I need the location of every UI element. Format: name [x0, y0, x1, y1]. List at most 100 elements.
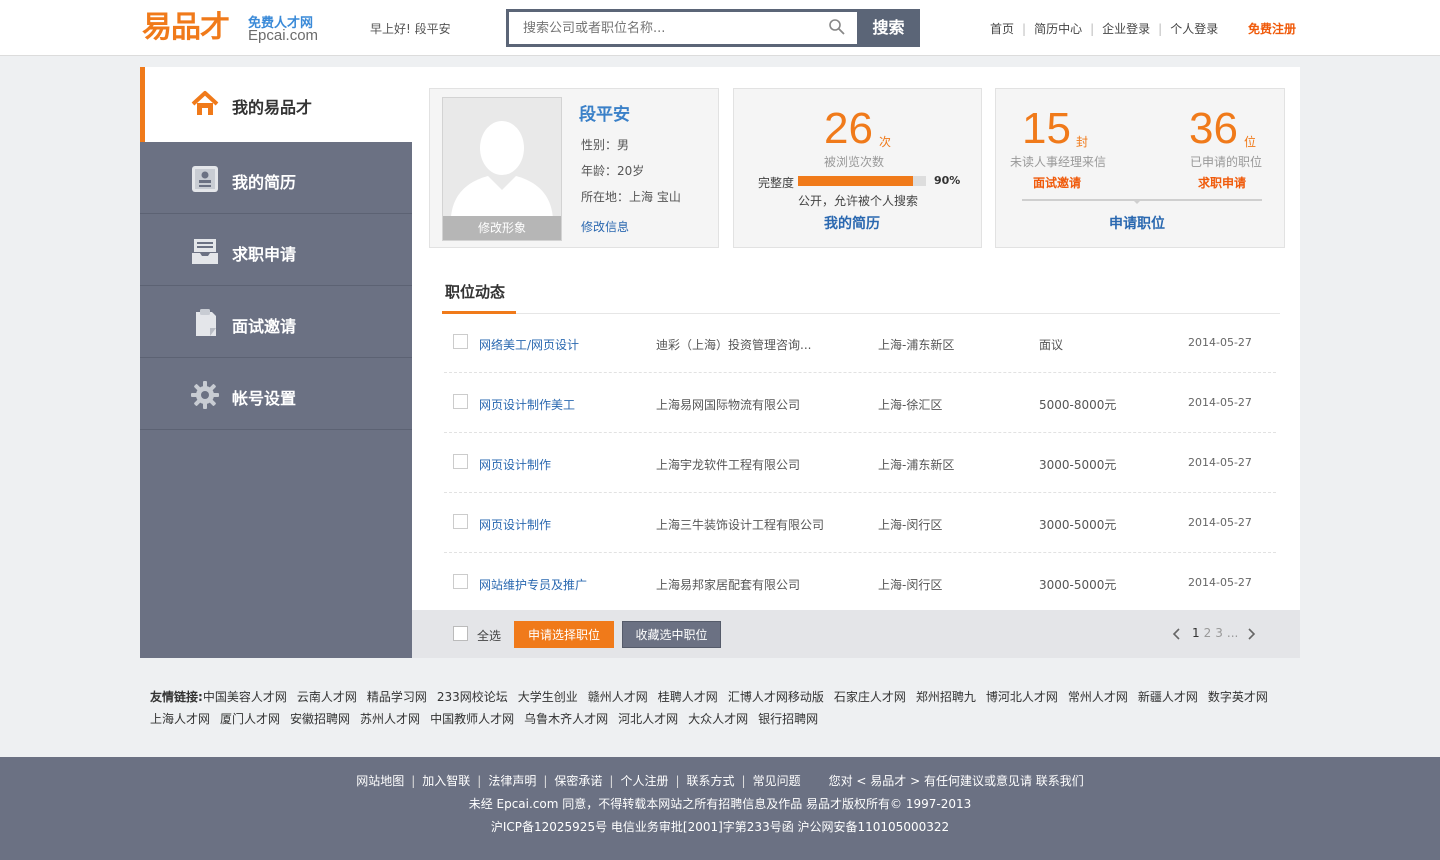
edit-info-link[interactable]: 修改信息: [581, 218, 629, 235]
apply-selected-button[interactable]: 申请选择职位: [514, 621, 614, 648]
page-2[interactable]: 2: [1204, 626, 1212, 640]
friend-link[interactable]: 中国教师人才网: [430, 712, 514, 726]
footer-separator: |: [741, 774, 746, 788]
job-title-link[interactable]: 网络美工/网页设计: [479, 336, 579, 353]
search-icon[interactable]: [828, 18, 846, 36]
unread-count: 15: [1022, 104, 1071, 153]
applied-unit: 位: [1244, 135, 1257, 149]
resume-stats-card: 26 次 被浏览次数 完整度 90% 公开，允许被个人搜索 我的简历: [733, 88, 982, 248]
tab-job-updates[interactable]: 职位动态: [445, 281, 505, 302]
friend-link[interactable]: 精品学习网: [367, 690, 427, 704]
footer-separator: |: [411, 774, 416, 788]
select-all-checkbox[interactable]: [453, 626, 468, 641]
sidebar-item-my-epcai[interactable]: 我的易品才: [140, 67, 412, 142]
job-title-link[interactable]: 网页设计制作: [479, 516, 551, 533]
friend-link[interactable]: 新疆人才网: [1138, 690, 1198, 704]
friend-link[interactable]: 汇博人才网移动版: [728, 690, 824, 704]
profile-location: 所在地：上海 宝山: [581, 190, 681, 204]
completeness-label: 完整度: [758, 176, 795, 190]
footer-link[interactable]: 加入智联: [422, 774, 470, 788]
interview-invite-link[interactable]: 面试邀请: [1033, 174, 1081, 191]
job-row: 网页设计制作 上海三牛装饰设计工程有限公司 上海-闵行区 3000-5000元 …: [444, 493, 1276, 553]
job-date: 2014-05-27: [1188, 336, 1252, 349]
footer-nav: 网站地图 | 加入智联 | 法律声明 | 保密承诺 | 个人注册 | 联系方式 | 常见问题 您对 < 易…: [0, 772, 1440, 789]
job-checkbox[interactable]: [453, 574, 468, 589]
avatar[interactable]: 修改形象: [442, 97, 562, 241]
footer-link[interactable]: 常见问题: [753, 774, 801, 788]
job-title-link[interactable]: 网页设计制作: [479, 456, 551, 473]
friend-link[interactable]: 233网校论坛: [437, 690, 508, 704]
nav-personal-login[interactable]: 个人登录: [1170, 22, 1218, 36]
sidebar-item-interview[interactable]: 面试邀请: [140, 286, 412, 358]
friend-link[interactable]: 厦门人才网: [220, 712, 280, 726]
main-panel: 我的易品才 我的简历 求职申请 面试邀请 帐号设置 修改形象 段平安 性别：男 …: [140, 67, 1300, 658]
applied-count: 36: [1189, 104, 1238, 153]
sidebar-item-label: 我的易品才: [232, 98, 313, 117]
clipboard-icon: [196, 309, 216, 336]
sidebar-item-label: 帐号设置: [232, 389, 297, 408]
chevron-right-icon[interactable]: [1246, 627, 1256, 640]
friend-link[interactable]: 上海人才网: [150, 712, 210, 726]
search-button[interactable]: 搜索: [857, 9, 920, 47]
friend-link[interactable]: 乌鲁木齐人才网: [524, 712, 608, 726]
profile-age: 年龄：20岁: [581, 164, 645, 178]
friend-link[interactable]: 银行招聘网: [758, 712, 818, 726]
friend-link[interactable]: 郑州招聘九: [916, 690, 976, 704]
friend-link[interactable]: 常州人才网: [1068, 690, 1128, 704]
unread-unit: 封: [1076, 135, 1089, 149]
sidebar-item-my-resume[interactable]: 我的简历: [140, 142, 412, 214]
favorite-selected-button[interactable]: 收藏选中职位: [622, 621, 721, 648]
friend-link[interactable]: 大学生创业: [518, 690, 578, 704]
job-title-link[interactable]: 网页设计制作美工: [479, 396, 575, 413]
page-1[interactable]: 1: [1192, 626, 1200, 640]
friend-link[interactable]: 桂聘人才网: [658, 690, 718, 704]
friend-link[interactable]: 苏州人才网: [360, 712, 420, 726]
footer-link[interactable]: 法律声明: [488, 774, 536, 788]
footer-link[interactable]: 个人注册: [620, 774, 668, 788]
nav-company-login[interactable]: 企业登录: [1102, 22, 1150, 36]
job-checkbox[interactable]: [453, 514, 468, 529]
sidebar-item-account-settings[interactable]: 帐号设置: [140, 358, 412, 430]
footer-link[interactable]: 保密承诺: [554, 774, 602, 788]
job-checkbox[interactable]: [453, 334, 468, 349]
inbox-icon: [192, 239, 218, 264]
friend-link[interactable]: 石家庄人才网: [834, 690, 906, 704]
my-resume-link[interactable]: 我的简历: [824, 213, 880, 233]
page-3[interactable]: 3: [1215, 626, 1223, 640]
friend-link[interactable]: 赣州人才网: [588, 690, 648, 704]
search-input[interactable]: [509, 12, 857, 44]
friend-link[interactable]: 数字英才网: [1208, 690, 1268, 704]
job-application-link[interactable]: 求职申请: [1198, 174, 1246, 191]
job-date: 2014-05-27: [1188, 576, 1252, 589]
job-title-link[interactable]: 网站维护专员及推广: [479, 576, 587, 593]
select-all-label[interactable]: 全选: [477, 627, 501, 644]
action-bar: 全选 申请选择职位 收藏选中职位 1 2 3...: [412, 610, 1300, 658]
profile-name[interactable]: 段平安: [579, 100, 630, 125]
applied-label: 已申请的职位: [1190, 155, 1263, 169]
job-company: 迪彩（上海）投资管理咨询...: [656, 338, 812, 352]
edit-avatar-button[interactable]: 修改形象: [443, 216, 561, 240]
friend-link[interactable]: 博河北人才网: [986, 690, 1058, 704]
job-row: 网络美工/网页设计 迪彩（上海）投资管理咨询... 上海-浦东新区 面议 201…: [444, 313, 1276, 373]
register-link[interactable]: 免费注册: [1248, 20, 1296, 37]
friend-link[interactable]: 河北人才网: [618, 712, 678, 726]
chevron-left-icon[interactable]: [1172, 627, 1182, 640]
footer-link[interactable]: 联系方式: [687, 774, 735, 788]
apply-jobs-link[interactable]: 申请职位: [1109, 213, 1165, 233]
sidebar-item-job-application[interactable]: 求职申请: [140, 214, 412, 286]
friend-link[interactable]: 大众人才网: [688, 712, 748, 726]
footer-feedback[interactable]: 您对 < 易品才 > 有任何建议或意见请 联系我们: [829, 774, 1084, 788]
friend-link[interactable]: 中国美容人才网: [203, 690, 287, 704]
site-logo[interactable]: 易品才 免费人才网 Epcai.com: [142, 10, 342, 50]
footer-link[interactable]: 网站地图: [356, 774, 404, 788]
logo-domain: Epcai.com: [248, 27, 319, 44]
sidebar: 我的易品才 我的简历 求职申请 面试邀请 帐号设置: [140, 67, 412, 658]
footer-icp: 沪ICP备12025925号 电信业务审批[2001]字第233号函 沪公网安备…: [490, 820, 950, 834]
nav-home[interactable]: 首页: [990, 22, 1014, 36]
friend-link[interactable]: 安徽招聘网: [290, 712, 350, 726]
job-checkbox[interactable]: [453, 394, 468, 409]
job-checkbox[interactable]: [453, 454, 468, 469]
friend-link[interactable]: 云南人才网: [297, 690, 357, 704]
job-salary: 面议: [1039, 338, 1064, 352]
nav-resume-center[interactable]: 简历中心: [1034, 22, 1082, 36]
